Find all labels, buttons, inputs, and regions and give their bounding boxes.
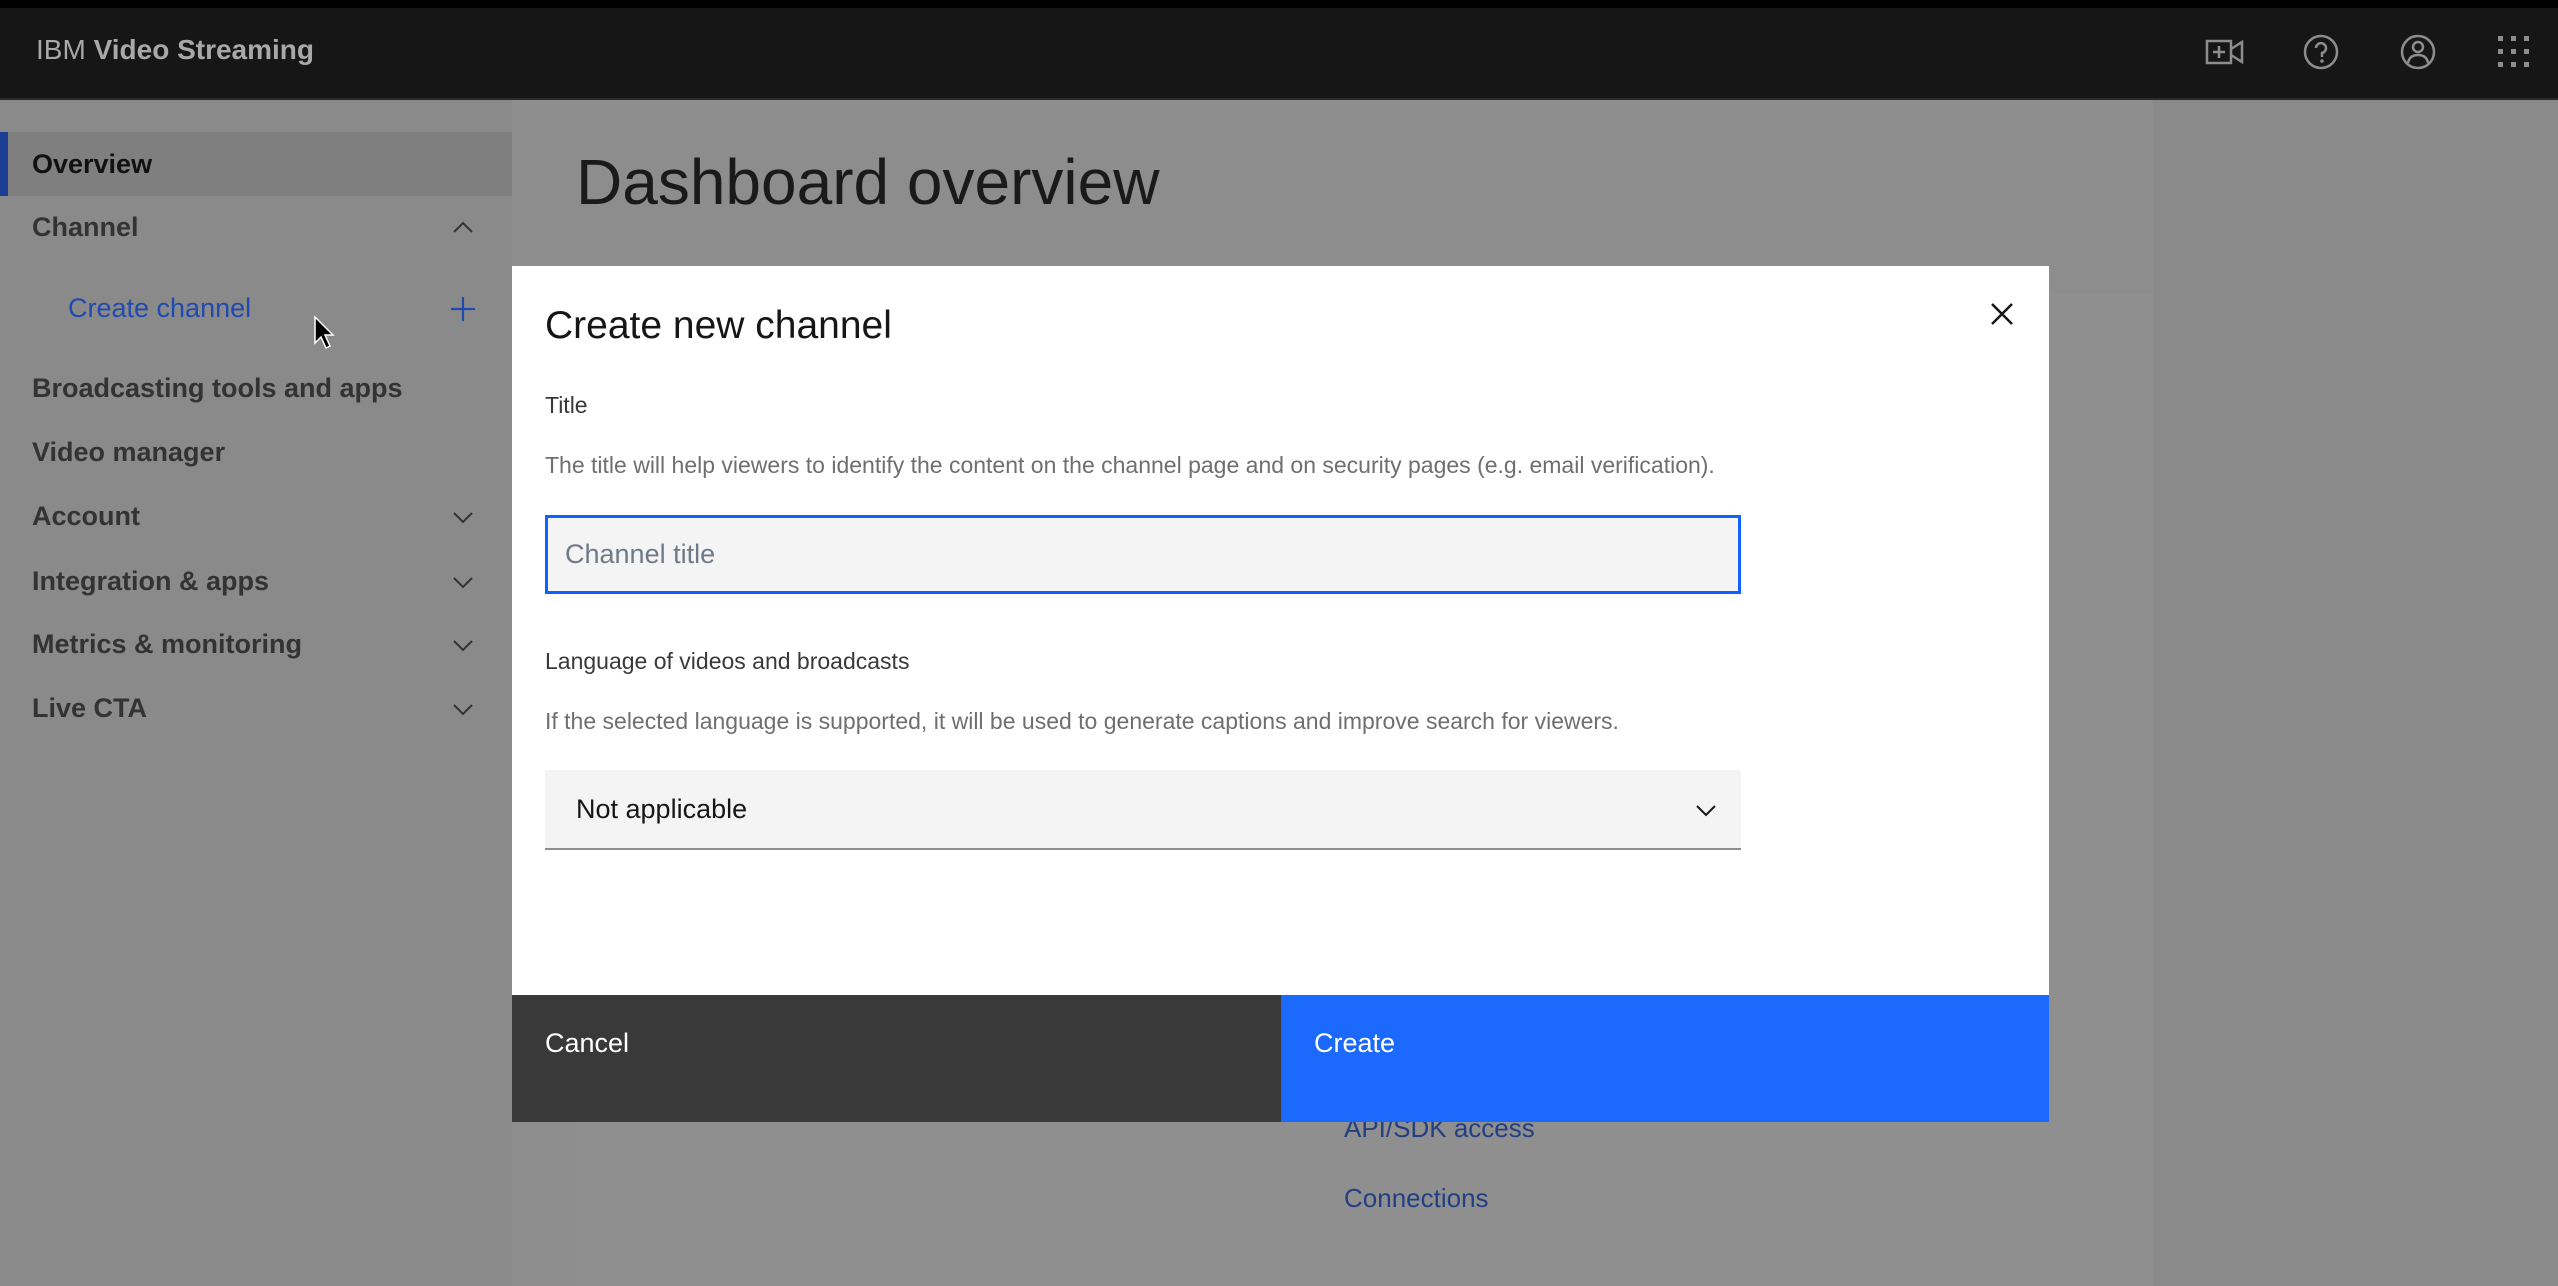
- chevron-down-icon: [453, 512, 473, 524]
- channel-title-input[interactable]: Channel title: [545, 515, 1741, 594]
- sidebar: Overview Channel Create channel Broadcas…: [0, 100, 512, 1286]
- app-switcher-icon[interactable]: [2492, 30, 2536, 74]
- sidebar-item-label: Create channel: [68, 292, 252, 323]
- sidebar-item-label: Channel: [32, 211, 139, 242]
- sidebar-item-label: Overview: [32, 148, 153, 179]
- plus-icon[interactable]: [450, 296, 476, 322]
- sidebar-item-label: Integration & apps: [32, 565, 270, 596]
- channel-title-placeholder: Channel title: [565, 539, 716, 569]
- sidebar-item-channel[interactable]: Channel: [0, 195, 512, 259]
- video-add-icon[interactable]: [2203, 30, 2247, 74]
- mouse-cursor-icon: [314, 315, 335, 350]
- connections-link[interactable]: Connections: [1344, 1183, 1489, 1214]
- page-title: Dashboard overview: [576, 146, 1160, 218]
- sidebar-item-overview[interactable]: Overview: [0, 132, 512, 196]
- sidebar-item-label: Metrics & monitoring: [32, 628, 303, 659]
- title-label: Title: [545, 392, 588, 418]
- cancel-button[interactable]: Cancel: [512, 995, 1281, 1122]
- chevron-down-icon: [453, 577, 473, 589]
- sidebar-item-metrics-monitoring[interactable]: Metrics & monitoring: [0, 612, 512, 676]
- page-margin: [2153, 100, 2558, 1286]
- language-select-value: Not applicable: [576, 793, 748, 824]
- chevron-up-icon: [453, 221, 473, 233]
- sidebar-item-label: Account: [32, 500, 140, 531]
- modal-title: Create new channel: [545, 304, 892, 347]
- language-select[interactable]: Not applicable: [545, 770, 1741, 850]
- sidebar-item-label: Broadcasting tools and apps: [32, 372, 403, 403]
- create-button[interactable]: Create: [1281, 995, 2049, 1122]
- language-help-text: If the selected language is supported, i…: [545, 708, 1619, 734]
- title-help-text: The title will help viewers to identify …: [545, 452, 1715, 478]
- chevron-down-icon: [453, 640, 473, 652]
- brand-name: Video Streaming: [93, 34, 314, 65]
- help-icon[interactable]: [2299, 30, 2343, 74]
- sidebar-item-video-manager[interactable]: Video manager: [0, 420, 512, 484]
- sidebar-item-broadcasting-tools[interactable]: Broadcasting tools and apps: [0, 356, 512, 420]
- sidebar-item-account[interactable]: Account: [0, 484, 512, 548]
- user-avatar-icon[interactable]: [2396, 30, 2440, 74]
- sidebar-item-label: Live CTA: [32, 692, 148, 723]
- chevron-down-icon: [1696, 805, 1716, 817]
- brand[interactable]: IBM Video Streaming: [36, 34, 314, 66]
- top-header: IBM Video Streaming: [0, 8, 2558, 100]
- top-strip: [0, 0, 2558, 8]
- chevron-down-icon: [453, 704, 473, 716]
- sidebar-item-live-cta[interactable]: Live CTA: [0, 676, 512, 740]
- sidebar-item-create-channel[interactable]: Create channel: [0, 276, 512, 340]
- sidebar-item-integration-apps[interactable]: Integration & apps: [0, 549, 512, 613]
- brand-prefix: IBM: [36, 34, 86, 65]
- language-label: Language of videos and broadcasts: [545, 648, 910, 674]
- create-channel-modal: Create new channel Title The title will …: [512, 266, 2049, 1122]
- sidebar-item-label: Video manager: [32, 436, 226, 467]
- close-icon[interactable]: [1984, 296, 2020, 332]
